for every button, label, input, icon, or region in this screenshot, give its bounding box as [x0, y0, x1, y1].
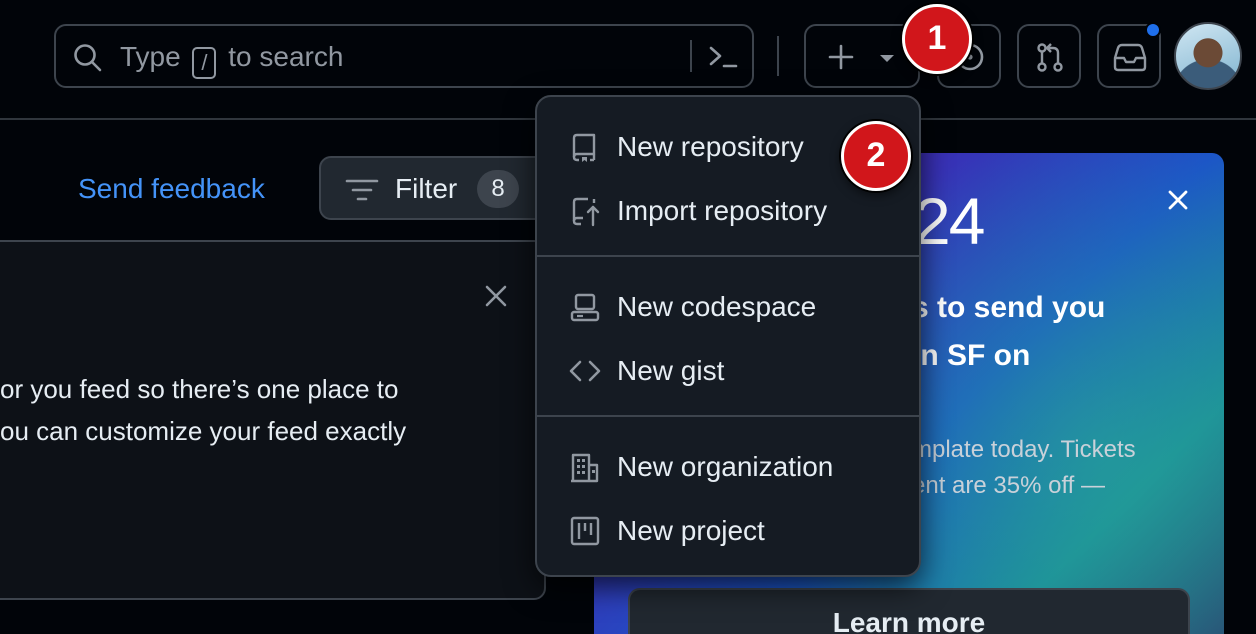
menu-divider [537, 415, 919, 417]
menu-item-new-project[interactable]: New project [537, 500, 919, 562]
notification-indicator [1145, 22, 1161, 38]
repo-icon [572, 133, 596, 162]
pull-requests-button[interactable] [1017, 24, 1081, 88]
learn-more-button[interactable]: Learn more [628, 588, 1190, 634]
search-placeholder-start: Type [120, 41, 181, 72]
step-badge-2: 2 [841, 121, 911, 191]
menu-item-label: New project [617, 515, 765, 546]
filter-label: Filter [395, 173, 458, 204]
project-icon [570, 516, 600, 546]
command-palette-icon[interactable] [706, 40, 740, 72]
promo-body-line-2: ent are 35% off — [912, 472, 1106, 499]
search-icon [74, 44, 102, 72]
menu-item-label: New repository [617, 131, 804, 162]
close-icon[interactable] [484, 284, 508, 308]
feed-intro-text: or you feed so there’s one place to ou c… [0, 368, 560, 452]
search-input[interactable]: Type / to search [54, 24, 754, 88]
menu-item-label: New codespace [617, 291, 817, 322]
promo-body: mplate today. Tickets ent are 35% off — [912, 432, 1136, 504]
code-icon [569, 360, 601, 382]
search-divider [690, 40, 692, 72]
menu-item-new-codespace[interactable]: New codespace [537, 276, 919, 338]
user-avatar[interactable] [1174, 22, 1242, 90]
promo-close-icon[interactable] [1166, 188, 1190, 212]
menu-item-label: New organization [617, 451, 834, 482]
promo-body-line-1: mplate today. Tickets [912, 436, 1136, 463]
github-dashboard: Type / to search 1 2 Send feedback Filte… [0, 0, 1256, 634]
header-divider [777, 36, 779, 76]
promo-heading-line-1: s to send you [912, 291, 1106, 324]
send-feedback-link[interactable]: Send feedback [78, 172, 265, 206]
organization-icon [571, 453, 599, 483]
git-pull-request-icon [1037, 43, 1063, 72]
filter-icon [345, 179, 379, 201]
menu-item-label: Import repository [617, 195, 828, 226]
menu-item-label: New gist [617, 355, 725, 386]
step-badge-1: 1 [902, 4, 972, 74]
menu-divider [537, 255, 919, 257]
filter-count-badge: 8 [477, 170, 519, 208]
codespaces-icon [570, 293, 600, 322]
search-placeholder: Type / to search [120, 40, 343, 79]
promo-year-text: 24 [914, 184, 985, 258]
search-placeholder-end: to search [228, 41, 344, 72]
promo-heading: s to send you in SF on [912, 284, 1105, 380]
filter-button[interactable]: Filter 8 [319, 156, 559, 220]
feed-intro-line-1: or you feed so there’s one place to [0, 374, 399, 404]
menu-item-new-organization[interactable]: New organization [537, 436, 919, 498]
menu-item-import-repository[interactable]: Import repository [537, 180, 919, 242]
feed-intro-line-2: ou can customize your feed exactly [0, 416, 407, 446]
promo-heading-line-2: in SF on [912, 339, 1031, 372]
menu-item-new-gist[interactable]: New gist [537, 340, 919, 402]
inbox-icon [1113, 43, 1147, 72]
plus-icon [828, 44, 854, 70]
repo-push-icon [572, 197, 600, 227]
triangle-down-icon [880, 55, 894, 62]
search-shortcut-key: / [192, 47, 217, 79]
